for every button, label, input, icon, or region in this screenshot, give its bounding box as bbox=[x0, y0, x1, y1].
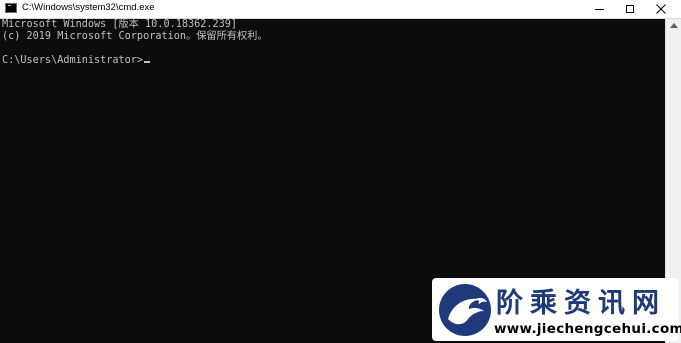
window-title: C:\Windows\system32\cmd.exe bbox=[22, 2, 155, 13]
title-bar[interactable]: C:\Windows\system32\cmd.exe bbox=[0, 0, 681, 19]
watermark-url: www.jiechengcehui.com bbox=[494, 321, 681, 337]
watermark: 阶乘资讯网 www.jiechengcehui.com bbox=[432, 278, 681, 341]
scroll-up-icon[interactable] bbox=[670, 23, 678, 28]
maximize-icon bbox=[626, 5, 634, 13]
text-cursor bbox=[144, 61, 151, 63]
console-prompt-line[interactable]: C:\Users\Administrator> bbox=[2, 55, 151, 67]
maximize-button[interactable] bbox=[615, 0, 645, 18]
minimize-button[interactable] bbox=[584, 0, 614, 18]
cmd-icon[interactable] bbox=[5, 3, 17, 13]
console-line-copyright: (c) 2019 Microsoft Corporation。保留所有权利。 bbox=[2, 31, 268, 42]
close-button[interactable] bbox=[646, 0, 676, 18]
eagle-logo-icon bbox=[439, 284, 491, 336]
watermark-title: 阶乘资讯网 bbox=[496, 288, 666, 319]
console-line-version: Microsoft Windows [版本 10.0.18362.239] bbox=[2, 19, 238, 30]
minimize-icon bbox=[594, 8, 604, 10]
console-prompt: C:\Users\Administrator> bbox=[2, 55, 144, 66]
close-icon bbox=[656, 4, 666, 14]
